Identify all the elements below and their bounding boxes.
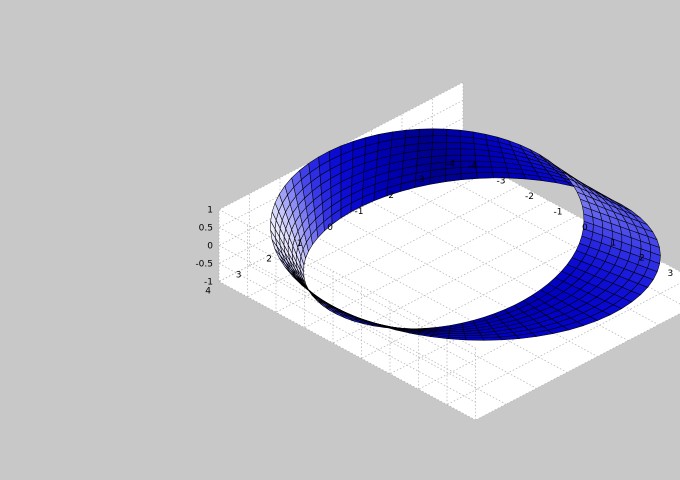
y-tick-label: 1 — [297, 239, 303, 249]
z-tick-label: -1 — [204, 278, 213, 288]
x-tick-label: 3 — [668, 269, 674, 279]
surface-patch — [405, 128, 420, 139]
z-tick-label: 0 — [207, 242, 213, 252]
surface-patch — [446, 128, 461, 137]
surface-patch — [418, 135, 434, 144]
x-tick-label: 0 — [582, 223, 588, 233]
surface-patch — [431, 148, 447, 157]
z-tick-label: 0.5 — [199, 224, 213, 234]
surface-patch — [432, 128, 448, 136]
surface-patch — [446, 142, 461, 150]
surface-patch — [460, 154, 476, 162]
x-tick-label: -4 — [468, 161, 477, 171]
z-tick-label: 1 — [207, 206, 213, 216]
surface-patch — [464, 335, 483, 339]
y-tick-label: 2 — [266, 255, 272, 265]
x-tick-label: -2 — [525, 192, 534, 202]
surface-patch — [417, 142, 433, 152]
x-tick-label: 2 — [639, 254, 645, 264]
surface-patch — [448, 331, 465, 334]
surface-patch — [460, 148, 476, 156]
chart-figure: -4-3-2-1012345-4-3-2-101234-1-0.500.51 — [0, 0, 680, 480]
surface-patch — [418, 128, 434, 137]
surface-patch — [446, 135, 461, 143]
y-tick-label: 4 — [205, 287, 211, 297]
surface-patch — [482, 336, 503, 341]
y-tick-label: -4 — [446, 159, 455, 169]
y-tick-label: 0 — [327, 223, 333, 233]
surface-patch — [445, 148, 461, 156]
z-tick-label: -0.5 — [195, 260, 213, 270]
y-tick-label: -2 — [385, 191, 394, 201]
surface-patch — [460, 172, 478, 181]
surface-patch — [476, 172, 494, 179]
y-tick-label: 3 — [236, 271, 242, 281]
y-tick-label: -3 — [416, 175, 425, 185]
surface-patch — [475, 160, 492, 168]
y-tick-label: -1 — [355, 207, 364, 217]
x-tick-label: -3 — [497, 177, 506, 187]
surface-patch — [431, 142, 447, 150]
surface-patch — [475, 166, 493, 173]
surface-patch — [432, 135, 447, 143]
x-tick-label: 1 — [611, 238, 617, 248]
x-tick-label: -1 — [554, 208, 563, 218]
surface-patch — [465, 337, 485, 341]
